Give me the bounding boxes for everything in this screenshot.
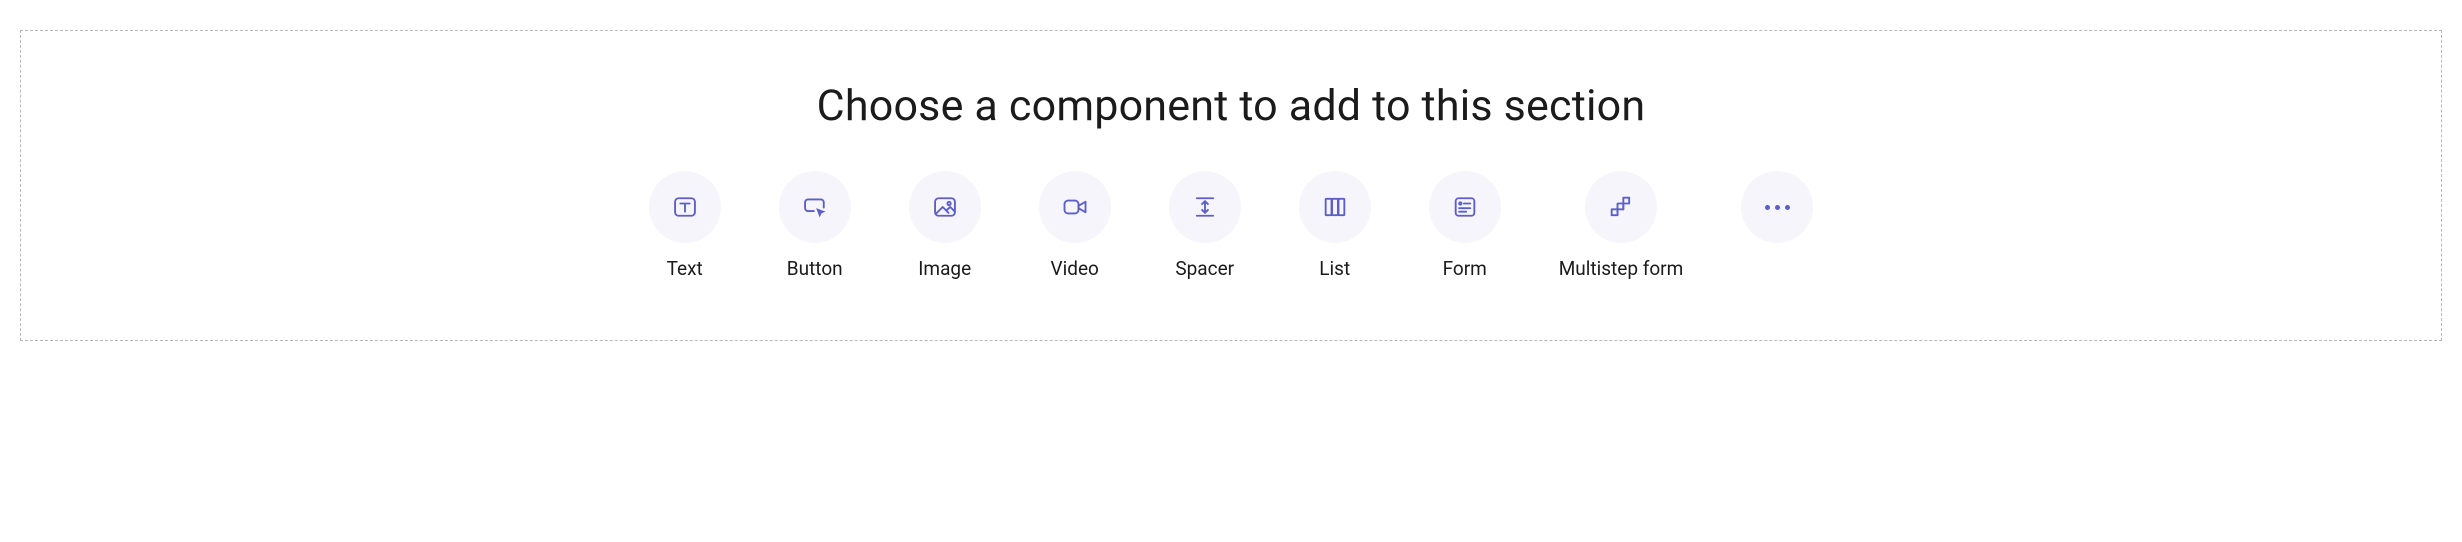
component-label: Video [1051, 257, 1099, 280]
component-video[interactable]: Video [1039, 171, 1111, 280]
text-icon [649, 171, 721, 243]
component-text[interactable]: Text [649, 171, 721, 280]
component-options-row: Text Button Image [649, 171, 1814, 280]
component-label: Text [667, 257, 703, 280]
component-multistep-form[interactable]: Multistep form [1559, 171, 1684, 280]
component-form[interactable]: Form [1429, 171, 1501, 280]
component-image[interactable]: Image [909, 171, 981, 280]
component-label: Form [1443, 257, 1487, 280]
component-label: Multistep form [1559, 257, 1684, 280]
component-label: Spacer [1175, 257, 1234, 280]
image-icon [909, 171, 981, 243]
component-label: List [1319, 257, 1350, 280]
component-button[interactable]: Button [779, 171, 851, 280]
video-icon [1039, 171, 1111, 243]
form-icon [1429, 171, 1501, 243]
component-list[interactable]: List [1299, 171, 1371, 280]
multistep-form-icon [1585, 171, 1657, 243]
component-label: Button [787, 257, 843, 280]
component-label: Image [918, 257, 971, 280]
component-more[interactable] [1741, 171, 1813, 257]
list-icon [1299, 171, 1371, 243]
button-icon [779, 171, 851, 243]
component-spacer[interactable]: Spacer [1169, 171, 1241, 280]
spacer-icon [1169, 171, 1241, 243]
more-icon [1741, 171, 1813, 243]
add-component-section: Choose a component to add to this sectio… [20, 30, 2442, 341]
section-title: Choose a component to add to this sectio… [817, 81, 1646, 131]
